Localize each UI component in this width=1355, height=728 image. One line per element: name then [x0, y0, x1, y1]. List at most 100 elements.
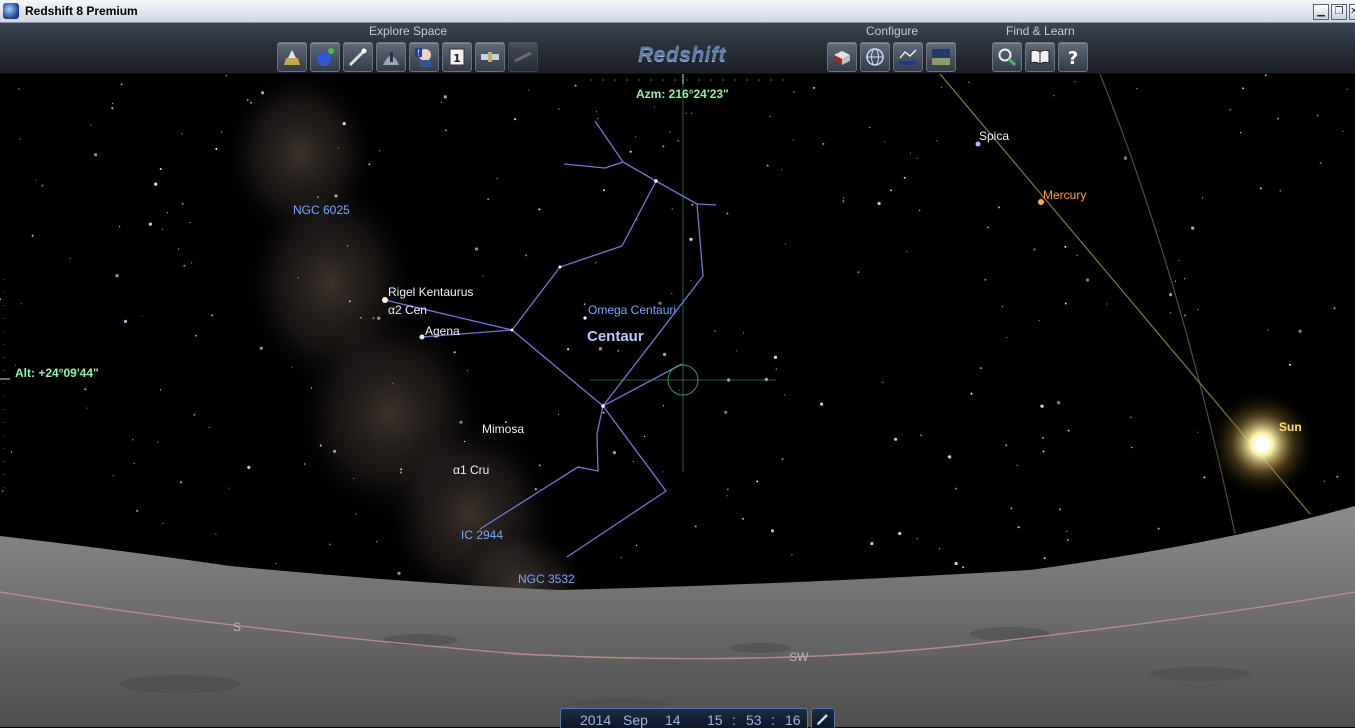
label-sun[interactable]: Sun	[1279, 420, 1302, 434]
astronaut-info-button[interactable]: !	[409, 42, 439, 72]
minimize-button[interactable]: ▁	[1313, 4, 1329, 20]
date-month[interactable]: Sep	[623, 712, 648, 728]
landscape-button[interactable]	[926, 42, 956, 72]
help-icon: ?	[1068, 48, 1078, 68]
edit-time-button[interactable]	[811, 708, 835, 728]
background-star	[842, 200, 845, 203]
datetime-bar[interactable]: 2014 Sep 14 15 : 53 : 16	[560, 708, 808, 728]
background-star	[355, 513, 357, 515]
background-star	[444, 129, 447, 132]
label-ngc-3532[interactable]: NGC 3532	[518, 572, 575, 586]
background-star	[1057, 401, 1061, 405]
background-star	[1086, 278, 1090, 282]
label-omega-centauri[interactable]: Omega Centauri	[588, 303, 676, 317]
date-year[interactable]: 2014	[580, 712, 611, 728]
background-star	[1336, 475, 1339, 478]
background-star	[534, 488, 537, 491]
background-star	[1131, 447, 1133, 449]
background-star	[378, 150, 381, 152]
lunar-ground	[0, 506, 1355, 727]
background-star	[181, 202, 184, 205]
background-star	[400, 468, 403, 471]
background-star	[644, 435, 646, 438]
observatory-button[interactable]	[277, 42, 307, 72]
telescope-button[interactable]	[376, 42, 406, 72]
background-star	[574, 84, 577, 87]
background-star	[250, 101, 252, 104]
app-icon	[3, 3, 19, 19]
background-star	[1298, 329, 1302, 333]
background-star	[919, 209, 921, 212]
help-button[interactable]: ?	[1058, 42, 1088, 72]
time-second[interactable]: 16	[785, 712, 801, 728]
background-star	[714, 330, 716, 332]
background-star	[514, 118, 517, 121]
background-star	[1, 490, 4, 493]
background-star	[617, 349, 620, 352]
background-star	[1264, 74, 1267, 77]
sky-view[interactable]: Azm: 216°24'23" Alt: +24°09'44" NGC 6025…	[0, 74, 1355, 727]
label-agena[interactable]: Agena	[425, 324, 460, 338]
constellation-display-icon	[899, 49, 917, 65]
background-star	[112, 475, 114, 477]
background-star	[890, 189, 892, 192]
background-star	[1197, 308, 1199, 310]
background-star	[141, 315, 143, 317]
planets-button[interactable]	[310, 42, 340, 72]
background-star	[689, 237, 693, 241]
background-star	[1002, 305, 1004, 308]
background-star	[397, 571, 401, 575]
background-star	[120, 83, 123, 86]
label-spica[interactable]: Spica	[979, 129, 1009, 143]
close-button[interactable]: ✕	[1349, 4, 1355, 20]
settings-book-button[interactable]	[827, 42, 857, 72]
label-rigel-kentaurus[interactable]: Rigel Kentaurus	[388, 285, 473, 299]
background-star	[843, 197, 845, 199]
background-star	[193, 413, 196, 416]
background-star	[319, 444, 322, 447]
background-star	[132, 439, 134, 441]
label-mimosa[interactable]: Mimosa	[482, 422, 524, 436]
label-mercury[interactable]: Mercury	[1043, 188, 1086, 202]
compass-southwest: SW	[789, 650, 809, 664]
date-day[interactable]: 14	[665, 712, 681, 728]
constellation-display-button[interactable]	[893, 42, 923, 72]
comet-icon	[348, 48, 367, 67]
label-alpha1-cru[interactable]: α1 Cru	[453, 463, 489, 477]
label-ngc-6025[interactable]: NGC 6025	[293, 203, 350, 217]
spacecraft-button[interactable]	[508, 42, 538, 72]
background-star	[297, 277, 299, 279]
calendar-button[interactable]: 1	[442, 42, 472, 72]
space-probe-button[interactable]	[475, 42, 505, 72]
background-star	[595, 262, 597, 264]
agena-star[interactable]	[419, 334, 425, 340]
background-star	[635, 136, 637, 138]
background-star	[0, 298, 1, 301]
coordinate-grid-button[interactable]	[860, 42, 890, 72]
label-ic-2944[interactable]: IC 2944	[461, 528, 503, 542]
background-star	[742, 517, 745, 520]
time-hour[interactable]: 15	[707, 712, 723, 728]
landscape-horizon-icon	[932, 49, 950, 65]
background-star	[215, 147, 218, 150]
background-star	[1067, 429, 1070, 432]
sun-disc[interactable]	[1254, 436, 1270, 452]
label-constellation-centaur[interactable]: Centaur	[587, 328, 644, 345]
background-star	[1323, 480, 1325, 482]
label-alpha2-cen[interactable]: α2 Cen	[388, 303, 427, 317]
background-star	[766, 164, 769, 167]
background-star	[10, 451, 12, 453]
background-star	[773, 355, 778, 359]
background-star	[1064, 302, 1067, 305]
background-star	[1241, 87, 1244, 90]
learn-book-button[interactable]	[1025, 42, 1055, 72]
magnifier-icon	[998, 48, 1017, 67]
restore-button[interactable]: ❐	[1331, 4, 1347, 20]
background-star	[1203, 476, 1206, 479]
omega-centauri-dot[interactable]	[583, 316, 587, 320]
background-star	[328, 543, 331, 546]
comets-button[interactable]	[343, 42, 373, 72]
background-star	[1169, 293, 1173, 297]
time-minute[interactable]: 53	[746, 712, 762, 728]
search-button[interactable]	[992, 42, 1022, 72]
